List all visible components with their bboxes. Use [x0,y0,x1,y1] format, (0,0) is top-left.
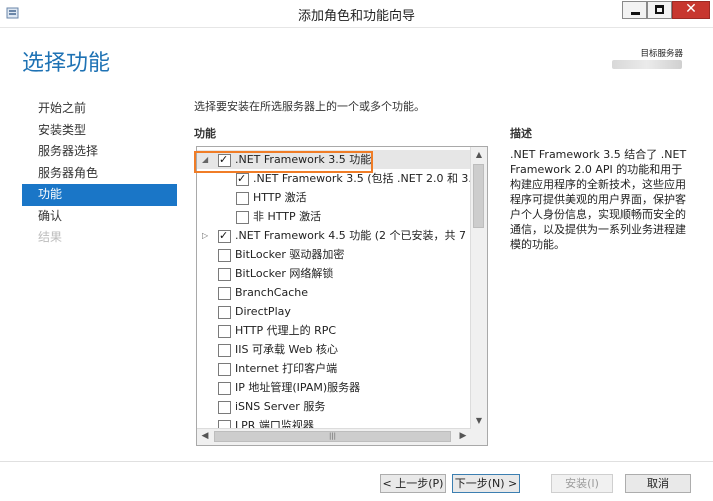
feature-label: iSNS Server 服务 [235,400,326,413]
feature-label: .NET Framework 3.5 功能 [235,153,372,166]
cancel-button[interactable]: 取消 [625,474,691,493]
nav-step[interactable]: 服务器角色 [22,163,177,185]
expand-icon[interactable]: ▷ [202,226,210,245]
feature-label: Internet 打印客户端 [235,362,338,375]
feature-label: .NET Framework 3.5 (包括 .NET 2.0 和 3.0) [253,172,484,185]
feature-row[interactable]: iSNS Server 服务 [197,397,471,416]
nav-step[interactable]: 功能 [22,184,177,206]
instruction-text: 选择要安装在所选服务器上的一个或多个功能。 [194,100,425,113]
feature-row[interactable]: IIS 可承载 Web 核心 [197,340,471,359]
nav-step[interactable]: 开始之前 [22,98,177,120]
feature-checkbox[interactable] [218,363,231,376]
wizard-steps-nav: 开始之前 安装类型 服务器选择 服务器角色 功能 确认结果 [22,98,177,249]
minimize-button[interactable] [622,1,647,19]
description-header: 描述 [510,127,532,140]
feature-checkbox[interactable] [218,150,231,169]
destination-server-name-blurred [612,60,682,69]
maximize-icon [655,5,664,14]
feature-row[interactable]: IP 地址管理(IPAM)服务器 [197,378,471,397]
vertical-scrollbar[interactable]: ▲ ▼ [470,147,487,429]
features-header: 功能 [194,127,216,140]
horizontal-scroll-thumb[interactable]: ||| [214,431,451,442]
scrollbar-corner [471,429,487,445]
feature-label: DirectPlay [235,305,291,318]
nav-step[interactable]: 服务器选择 [22,141,177,163]
feature-row[interactable]: ▷ .NET Framework 4.5 功能 (2 个已安装，共 7 个) [197,226,485,245]
next-button[interactable]: 下一步(N) > [452,474,520,493]
close-icon: ✕ [685,1,697,17]
feature-label: HTTP 激活 [253,191,307,204]
feature-label: BranchCache [235,286,309,299]
feature-row[interactable]: ◢ .NET Framework 3.5 功能 [197,150,471,169]
feature-checkbox[interactable] [236,192,249,205]
minimize-icon [631,12,640,15]
description-text: .NET Framework 3.5 结合了 .NET Framework 2.… [510,148,687,251]
footer-divider [0,461,713,462]
scroll-right-icon[interactable]: ▶ [455,429,471,445]
feature-checkbox[interactable] [218,249,231,262]
maximize-button[interactable] [647,1,672,19]
feature-row[interactable]: BitLocker 驱动器加密 [197,245,471,264]
feature-row[interactable]: DirectPlay [197,302,471,321]
destination-server-label: 目标服务器 [640,49,683,59]
features-tree[interactable]: LPR 端口监视器 iSNS Server 服务 IP 地址管理(IPAM)服务器 I… [196,146,488,446]
feature-checkbox[interactable] [218,226,231,245]
horizontal-scrollbar[interactable]: ◀ ||| ▶ [197,428,471,445]
feature-label: 非 HTTP 激活 [253,210,322,223]
feature-checkbox[interactable] [218,401,231,414]
page-title: 选择功能 [22,51,111,76]
feature-checkbox[interactable] [218,287,231,300]
scroll-up-icon[interactable]: ▲ [471,147,487,163]
feature-row[interactable]: Internet 打印客户端 [197,359,471,378]
install-button[interactable]: 安装(I) [551,474,613,493]
scroll-left-icon[interactable]: ◀ [197,429,213,445]
scroll-down-icon[interactable]: ▼ [471,413,487,429]
nav-step[interactable]: 安装类型 [22,120,177,142]
nav-step: 结果 [38,230,63,244]
previous-button[interactable]: < 上一步(P) [380,474,446,493]
feature-row[interactable]: BitLocker 网络解锁 [197,264,471,283]
feature-label: .NET Framework 4.5 功能 (2 个已安装，共 7 个) [235,229,485,242]
nav-step[interactable]: 确认 [22,206,177,228]
feature-label: HTTP 代理上的 RPC [235,324,337,337]
feature-label: IP 地址管理(IPAM)服务器 [235,381,361,394]
collapse-icon[interactable]: ◢ [202,150,210,169]
feature-row[interactable]: 非 HTTP 激活 [197,207,471,226]
feature-checkbox[interactable] [236,211,249,224]
feature-checkbox[interactable] [218,344,231,357]
feature-checkbox[interactable] [218,268,231,281]
feature-checkbox[interactable] [218,325,231,338]
feature-label: IIS 可承载 Web 核心 [235,343,338,356]
title-bar: 添加角色和功能向导 ✕ [0,0,713,28]
feature-checkbox[interactable] [218,306,231,319]
feature-label: BitLocker 驱动器加密 [235,248,345,261]
close-button[interactable]: ✕ [672,1,710,19]
feature-row[interactable]: .NET Framework 3.5 (包括 .NET 2.0 和 3.0) [197,169,483,188]
feature-row[interactable]: BranchCache [197,283,471,302]
feature-row[interactable]: HTTP 代理上的 RPC [197,321,471,340]
feature-label: BitLocker 网络解锁 [235,267,334,280]
feature-row[interactable]: HTTP 激活 [197,188,471,207]
vertical-scroll-thumb[interactable] [473,164,484,228]
feature-checkbox[interactable] [218,382,231,395]
window-title: 添加角色和功能向导 [297,9,415,24]
feature-checkbox[interactable] [236,169,249,188]
